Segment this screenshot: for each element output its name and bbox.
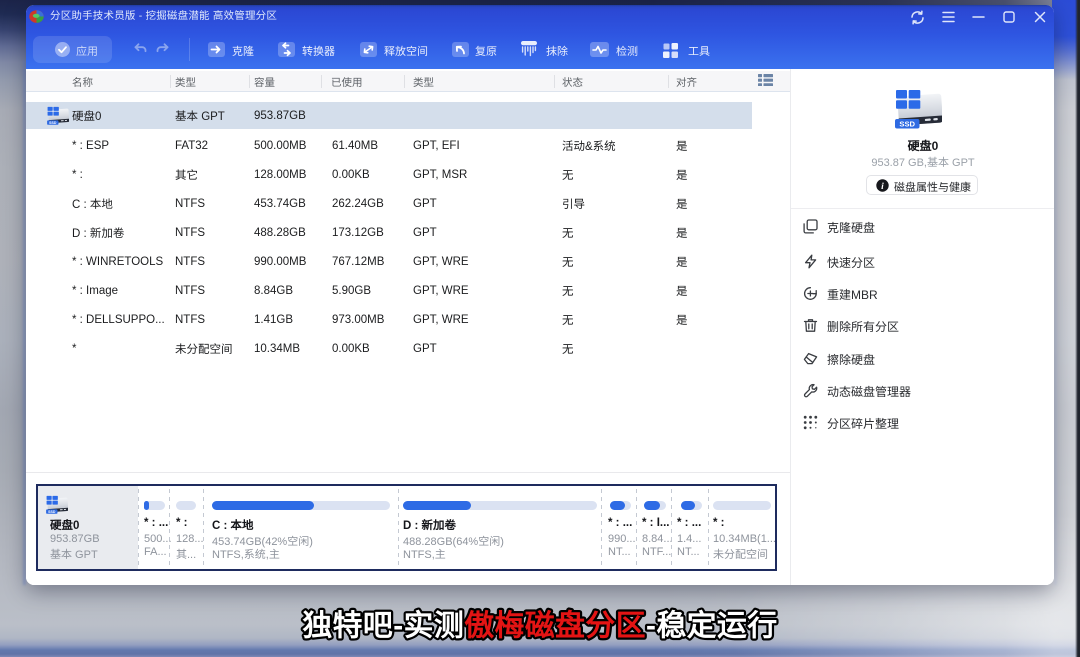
svg-text:i: i bbox=[881, 182, 884, 192]
svg-text:独特吧-实测傲梅磁盘分区-稳定运行: 独特吧-实测傲梅磁盘分区-稳定运行 bbox=[302, 601, 777, 645]
